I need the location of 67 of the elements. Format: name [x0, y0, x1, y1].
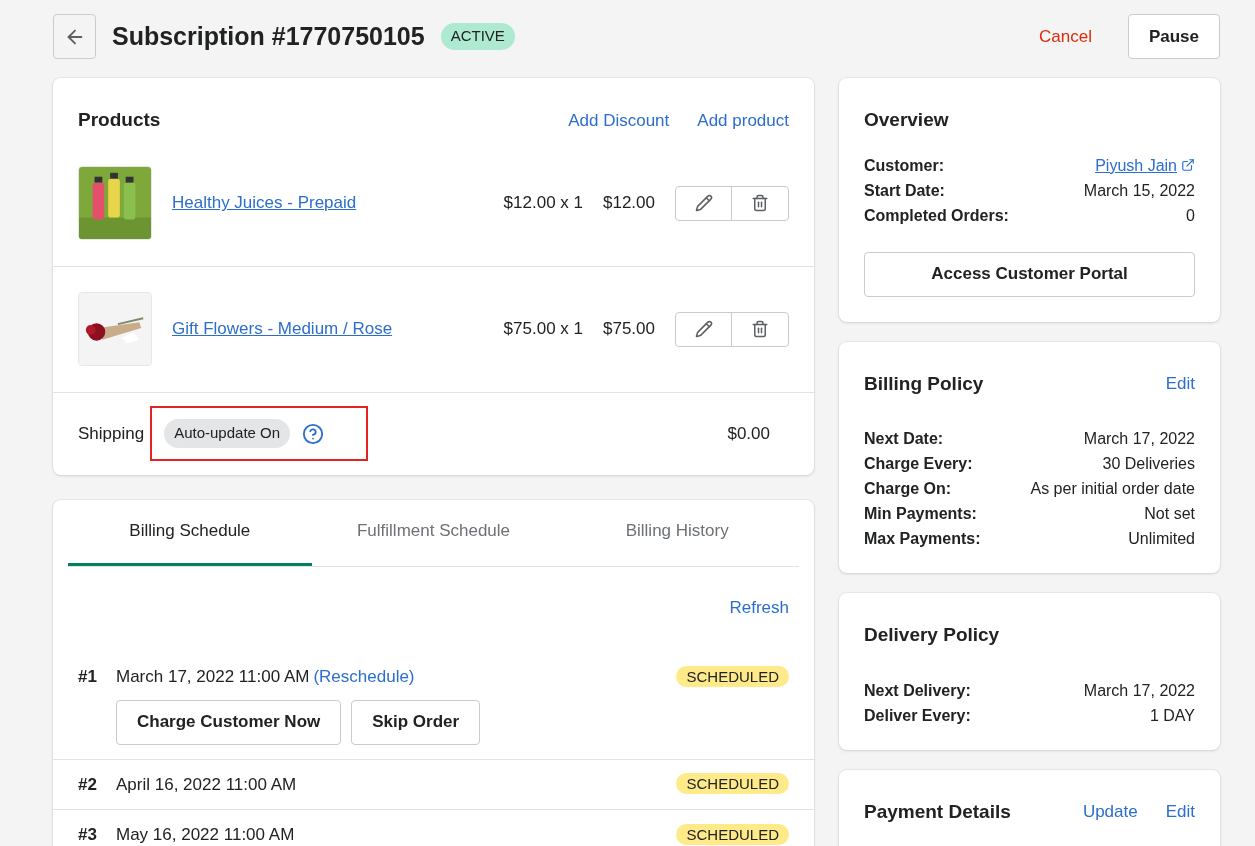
card-link[interactable]: Add product: [697, 107, 789, 133]
field-label: Completed Orders:: [864, 205, 1009, 226]
field-value: March 15, 2022: [1083, 180, 1195, 201]
line-total: $75.00: [603, 318, 655, 341]
schedule-tab[interactable]: Billing Schedule: [68, 499, 312, 566]
card-title: Billing Policy: [864, 371, 984, 396]
field-value: Not set: [1144, 504, 1195, 524]
pencil-icon: [694, 320, 713, 338]
auto-update-tag: Auto-update On: [164, 419, 291, 448]
card-link[interactable]: Edit: [1165, 371, 1195, 397]
order-date: March 17, 2022 11:00 AM: [116, 666, 310, 688]
trash-icon: [751, 320, 769, 338]
field-value: March 17, 2022: [1083, 429, 1195, 449]
order-number: #2: [78, 773, 98, 796]
unit-price: $12.00 x 1: [503, 192, 583, 215]
field-label: Customer:: [864, 155, 944, 176]
field-label: Next Delivery:: [864, 680, 971, 701]
status-tag: SCHEDULED: [676, 823, 789, 845]
card-link[interactable]: Edit: [1165, 799, 1195, 825]
cancel-button[interactable]: Cancel: [1039, 23, 1092, 50]
schedule-tab[interactable]: Billing History: [555, 499, 799, 566]
product-link[interactable]: Gift Flowers - Medium / Rose: [172, 316, 393, 342]
page-title: Subscription #1770750105: [112, 20, 425, 52]
external-link-icon: [1181, 158, 1195, 172]
customer-portal-button[interactable]: Access Customer Portal: [864, 251, 1195, 297]
card-link[interactable]: Update: [1082, 799, 1138, 825]
order-number: #1: [78, 666, 98, 688]
status-tag: SCHEDULED: [676, 665, 789, 687]
unit-price: $75.00 x 1: [503, 318, 583, 341]
field-label: Charge On:: [864, 479, 952, 499]
field-label: Deliver Every:: [864, 705, 971, 726]
back-button[interactable]: [53, 14, 96, 59]
card-title: Products: [78, 108, 161, 132]
order-date: April 16, 2022 11:00 AM: [116, 773, 297, 796]
status-tag: ACTIVE: [440, 23, 515, 50]
reschedule-link[interactable]: (Reschedule): [313, 664, 415, 690]
order-action-button[interactable]: Skip Order: [351, 699, 481, 745]
order-date: May 16, 2022 11:00 AM: [116, 824, 295, 846]
product-link[interactable]: Healthy Juices - Prepaid: [172, 190, 357, 216]
pencil-icon: [694, 194, 713, 212]
field-label: Min Payments:: [864, 504, 977, 524]
card-title: Delivery Policy: [864, 623, 1000, 647]
card-title: Payment Details: [864, 799, 1011, 824]
field-label: Next Date:: [864, 429, 944, 449]
shipping-label: Shipping: [78, 422, 145, 445]
help-icon[interactable]: [302, 422, 325, 445]
status-tag: SCHEDULED: [676, 773, 789, 795]
schedule-tab[interactable]: Fulfillment Schedule: [311, 499, 556, 566]
order-number: #3: [78, 824, 98, 846]
customer-link[interactable]: Piyush Jain: [1095, 152, 1195, 178]
field-value: Unlimited: [1128, 529, 1195, 549]
field-value: 30 Deliveries: [1102, 454, 1195, 474]
pause-button[interactable]: Pause: [1127, 14, 1220, 59]
line-total: $12.00: [603, 192, 655, 215]
field-value: 0: [1186, 205, 1195, 226]
field-label: Charge Every:: [864, 454, 973, 474]
field-value: As per initial order date: [1030, 479, 1195, 499]
field-label: Max Payments:: [864, 529, 981, 549]
field-label: Start Date:: [864, 180, 945, 201]
field-value: March 17, 2022: [1083, 680, 1195, 701]
card-title: Overview: [864, 108, 949, 132]
field-value: 1 DAY: [1149, 705, 1195, 726]
refresh-link[interactable]: Refresh: [729, 594, 789, 620]
order-action-button[interactable]: Charge Customer Now: [116, 699, 342, 745]
card-link[interactable]: Add Discount: [568, 107, 670, 133]
shipping-amount: $0.00: [727, 422, 770, 445]
trash-icon: [751, 194, 769, 212]
